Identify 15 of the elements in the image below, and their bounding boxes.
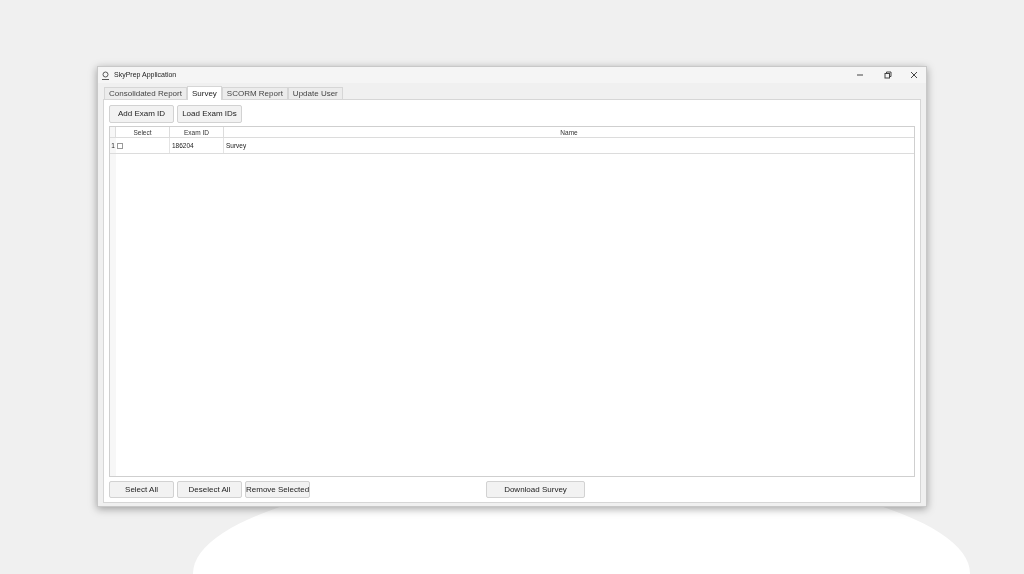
tab[interactable]: Consolidated Report [104, 87, 187, 99]
close-icon[interactable] [910, 71, 918, 79]
button[interactable]: Add Exam ID [109, 105, 174, 123]
checkbox[interactable] [117, 142, 123, 149]
button[interactable]: Select All [109, 481, 174, 498]
button[interactable]: Download Survey [486, 481, 585, 498]
button[interactable]: Remove Selected [245, 481, 310, 498]
tab[interactable]: SCORM Report [221, 87, 288, 99]
tab[interactable]: Survey [186, 86, 222, 100]
tab[interactable]: Update User [287, 87, 343, 99]
minimize-icon[interactable] [856, 71, 864, 79]
app-icon [101, 70, 110, 80]
button[interactable]: Load Exam IDs [177, 105, 242, 123]
button[interactable]: Deselect All [177, 481, 242, 498]
restore-icon[interactable] [884, 71, 892, 79]
